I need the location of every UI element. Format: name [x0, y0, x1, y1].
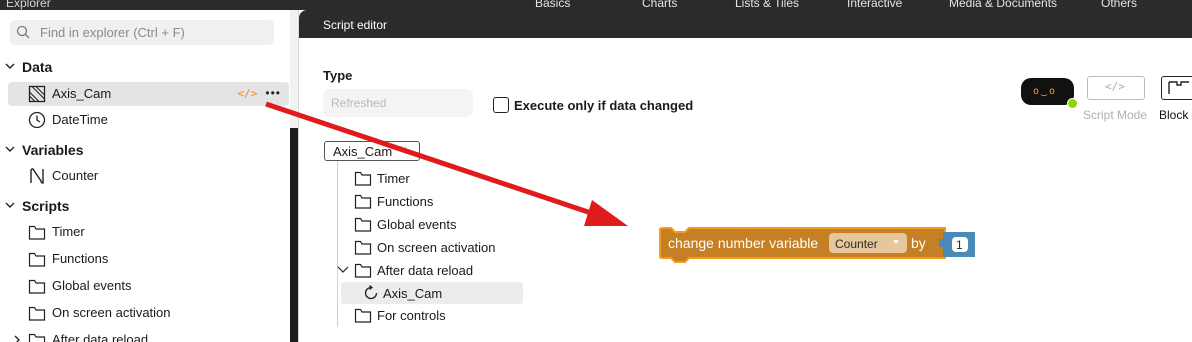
nav-others[interactable]: Others	[1101, 0, 1137, 10]
explorer-search[interactable]: Find in explorer (Ctrl + F)	[10, 20, 274, 45]
tree-item-for-controls[interactable]: For controls	[354, 304, 534, 326]
nav-lists-tiles[interactable]: Lists & Tiles	[735, 0, 799, 10]
nav-interactive[interactable]: Interactive	[847, 0, 902, 10]
tree-item-axis-cam[interactable]: Axis_Cam	[341, 282, 523, 304]
item-label: Counter	[52, 168, 99, 183]
section-label: Variables	[22, 142, 84, 158]
code-icon[interactable]: </>	[238, 87, 258, 100]
tree-item-timer[interactable]: Timer	[354, 167, 534, 189]
nav-basics[interactable]: Basics	[535, 0, 570, 10]
script-editor-dialog: Script editor Type Refreshed Execute onl…	[298, 10, 1192, 342]
explorer-scrollbar[interactable]	[290, 10, 298, 342]
explorer-item-functions[interactable]: Functions	[28, 247, 248, 271]
explorer-item-global-events[interactable]: Global events	[28, 274, 248, 298]
folder-icon	[354, 171, 372, 186]
explorer-item-axis-cam[interactable]: Axis_Cam </> •••	[8, 82, 289, 106]
script-mode-label: Script Mode	[1083, 108, 1148, 122]
item-label: DateTime	[52, 112, 108, 127]
tree-item-label: On screen activation	[377, 240, 496, 255]
block-mode-button[interactable]	[1161, 76, 1192, 100]
folder-icon	[28, 306, 46, 321]
close-icon[interactable]: ✕	[399, 143, 408, 156]
tree-item-on-screen-activation[interactable]: On screen activation	[354, 236, 534, 258]
nav-media-documents[interactable]: Media & Documents	[949, 0, 1057, 10]
chevron-down-icon	[5, 202, 15, 208]
type-value: Refreshed	[331, 96, 387, 110]
data-source-icon	[28, 85, 46, 103]
tree-item-label: After data reload	[377, 263, 474, 278]
explorer-item-on-screen-activation[interactable]: On screen activation	[28, 301, 248, 325]
folder-icon	[28, 225, 46, 240]
tree-item-label: Axis_Cam	[383, 286, 443, 301]
section-label: Data	[22, 59, 53, 75]
block-text-by: by	[911, 235, 926, 251]
item-label: After data reload	[52, 332, 149, 342]
section-data[interactable]: Data	[0, 56, 290, 78]
dialog-title: Script editor	[323, 18, 388, 32]
item-label: Global events	[52, 278, 132, 293]
script-mode-button[interactable]: </>	[1087, 76, 1145, 100]
execute-only-checkbox[interactable]	[493, 97, 509, 113]
explorer-item-datetime[interactable]: DateTime	[28, 108, 228, 132]
block-mode-label: Block	[1159, 108, 1189, 122]
tree-item-label: Functions	[377, 194, 434, 209]
change-variable-block[interactable]: change number variable Counter by 1	[659, 227, 989, 263]
explorer-panel: Find in explorer (Ctrl + F) Data Axis_Ca…	[0, 10, 290, 342]
section-variables[interactable]: Variables	[0, 139, 290, 161]
chevron-right-icon	[14, 335, 20, 342]
item-label: Functions	[52, 251, 109, 266]
clock-icon	[28, 111, 46, 129]
chevron-down-icon	[5, 63, 15, 69]
tree-item-label: Global events	[377, 217, 457, 232]
tree-item-global-events[interactable]: Global events	[354, 213, 534, 235]
assistant-bot-button[interactable]: o‿o	[1021, 78, 1078, 109]
item-label: On screen activation	[52, 305, 171, 320]
item-label: Timer	[52, 224, 85, 239]
explorer-item-counter[interactable]: Counter	[28, 164, 228, 188]
folder-icon	[28, 333, 46, 342]
block-text-before: change number variable	[668, 235, 818, 251]
puzzle-icon	[1168, 81, 1189, 94]
folder-icon	[354, 194, 372, 209]
number-variable-icon	[30, 168, 44, 184]
explorer-item-timer[interactable]: Timer	[28, 220, 248, 244]
block-variable-name: Counter	[835, 237, 878, 251]
type-select[interactable]: Refreshed	[323, 89, 473, 117]
folder-icon	[28, 279, 46, 294]
top-bar: Explorer Basics Charts Lists & Tiles Int…	[0, 0, 1192, 10]
section-label: Scripts	[22, 198, 70, 214]
tree-item-functions[interactable]: Functions	[354, 190, 534, 212]
tree-item-after-data-reload[interactable]: After data reload	[337, 259, 534, 281]
chevron-down-icon	[337, 266, 349, 273]
more-options-icon[interactable]: •••	[265, 86, 281, 100]
folder-icon	[354, 308, 372, 323]
folder-icon	[354, 263, 372, 278]
source-selector-value: Axis_Cam	[333, 144, 393, 159]
dialog-header: Script editor	[299, 10, 1192, 38]
search-icon	[16, 25, 30, 39]
search-input[interactable]: Find in explorer (Ctrl + F)	[40, 25, 185, 40]
bot-face-icon: o‿o	[1033, 86, 1058, 97]
status-dot	[1067, 98, 1078, 109]
tree-connector	[337, 161, 338, 327]
section-scripts[interactable]: Scripts	[0, 195, 290, 217]
nav-charts[interactable]: Charts	[642, 0, 677, 10]
chevron-down-icon	[5, 146, 15, 152]
execute-only-label: Execute only if data changed	[514, 98, 694, 113]
explorer-title: Explorer	[6, 0, 51, 10]
item-label: Axis_Cam	[52, 86, 112, 101]
explorer-item-after-data-reload[interactable]: After data reload	[12, 328, 248, 342]
type-label: Type	[323, 68, 353, 83]
number-block-tab	[939, 239, 945, 247]
scrollbar-thumb[interactable]	[290, 128, 298, 342]
folder-icon	[28, 252, 46, 267]
source-selector[interactable]: Axis_Cam ✕	[324, 141, 420, 161]
tree-item-label: Timer	[377, 171, 410, 186]
tree-item-label: For controls	[377, 308, 446, 323]
folder-icon	[354, 240, 372, 255]
code-icon: </>	[1105, 80, 1125, 93]
refresh-icon	[364, 284, 378, 300]
folder-icon	[354, 217, 372, 232]
block-number-value: 1	[956, 238, 963, 252]
